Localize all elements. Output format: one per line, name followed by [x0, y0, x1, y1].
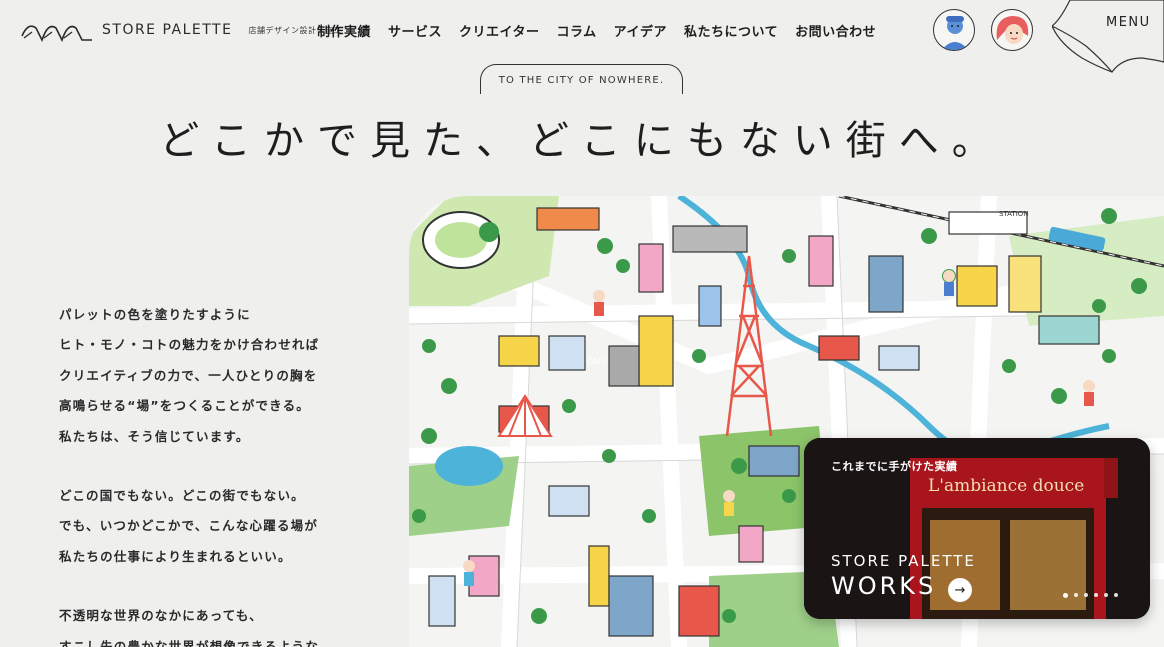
slider-dot[interactable] [1063, 593, 1068, 598]
slider-dot[interactable] [1084, 593, 1088, 597]
copy-line: 高鳴らせる“場”をつくることができる。 [59, 398, 310, 414]
works-brand: STORE PALETTE [831, 552, 976, 570]
creator-avatar-icon [941, 16, 969, 50]
nav-item-ideas[interactable]: アイデア [614, 21, 667, 40]
arrow-right-icon[interactable]: → [948, 578, 972, 602]
brand-name: STORE PALETTE [102, 22, 233, 38]
works-card[interactable]: L'ambiance douce これまでに手がけた実績 STORE PALET… [804, 438, 1150, 619]
nav-item-about[interactable]: 私たちについて [684, 21, 778, 40]
map-label-station: STATION [999, 210, 1029, 218]
nav-item-contact[interactable]: お問い合わせ [795, 21, 876, 40]
nav-item-works[interactable]: 制作実績 [317, 21, 371, 40]
hero-title: どこかで見た、どこにもない街へ。 [159, 118, 1005, 164]
copy-line: どこの国でもない。どこの街でもない。 [59, 488, 305, 504]
slider-dot[interactable] [1094, 593, 1098, 597]
site-logo[interactable]: STORE PALETTE 店舗デザイン設計・施工 [20, 16, 342, 44]
hero-tag: TO THE CITY OF NOWHERE. [480, 64, 683, 94]
copy-line: 私たちは、そう信じています。 [59, 428, 250, 444]
slider-dot[interactable] [1114, 593, 1118, 597]
works-caption: これまでに手がけた実績 [831, 460, 958, 473]
nav-item-creators[interactable]: クリエイター [459, 21, 539, 40]
slider-dots [1063, 593, 1118, 598]
works-shop-sign: L'ambiance douce [928, 476, 1084, 496]
slider-dot[interactable] [1074, 593, 1078, 597]
copy-line: クリエイティブの力で、一人ひとりの胸を [59, 367, 318, 383]
menu-flag-icon[interactable] [1052, 0, 1164, 74]
creator-avatar-icon [996, 16, 1029, 44]
works-title: WORKS [831, 572, 937, 600]
copy-line: 私たちの仕事により生まれるといい。 [59, 548, 292, 564]
copy-line: でも、いつかどこかで、こんな心躍る場が [59, 518, 319, 534]
copy-line: 不透明な世界のなかにあっても、 [59, 608, 263, 624]
copy-line: パレットの色を塗りたすように [59, 307, 251, 322]
site-header: STORE PALETTE 店舗デザイン設計・施工 制作実績 サービス クリエイ… [0, 0, 1164, 73]
copy-line: すこし先の豊かな世界が想像できるような [59, 638, 320, 647]
map-label-cafe: CAFE [587, 357, 608, 366]
logo-mark-icon [21, 25, 92, 43]
menu-button[interactable]: MENU [1106, 15, 1151, 30]
main-nav: 制作実績 サービス クリエイター コラム アイデア 私たちについて お問い合わせ [317, 21, 876, 40]
nav-item-services[interactable]: サービス [388, 21, 442, 40]
copy-line: ヒト・モノ・コトの魅力をかけ合わせれば [59, 337, 320, 353]
creator-avatar-1[interactable] [933, 9, 975, 51]
creator-avatar-2[interactable] [991, 9, 1033, 51]
intro-copy: パレットの色を塗りたすように ヒト・モノ・コトの魅力をかけ合わせれば クリエイテ… [59, 300, 359, 647]
nav-item-column[interactable]: コラム [557, 21, 597, 40]
slider-dot[interactable] [1104, 593, 1108, 597]
